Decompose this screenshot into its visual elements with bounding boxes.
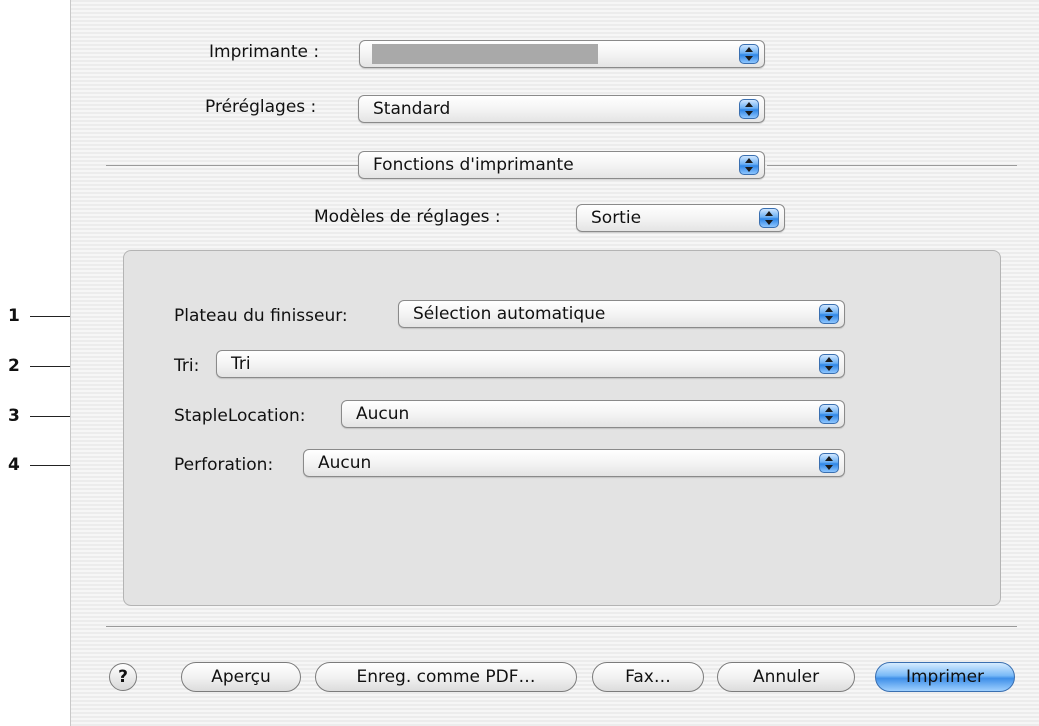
callout-number: 2 [8,356,20,376]
staple-location-value: Aucun [356,404,410,424]
help-button[interactable]: ? [109,663,137,691]
panel-value: Fonctions d'imprimante [373,155,574,175]
save-as-pdf-button[interactable]: Enreg. comme PDF… [315,662,577,692]
callout-number: 4 [8,455,20,475]
sort-value: Tri [231,354,251,374]
separator-right [767,165,1017,166]
perforation-label: Perforation: [174,455,274,475]
panel-popup[interactable]: Fonctions d'imprimante [358,151,765,179]
finisher-tray-popup[interactable]: Sélection automatique [398,300,845,328]
finisher-tray-value: Sélection automatique [413,304,606,324]
bottom-separator [106,626,1017,627]
settings-models-popup[interactable]: Sortie [576,204,785,232]
printer-label: Imprimante : [209,42,320,62]
popup-arrows-icon [819,304,839,324]
popup-arrows-icon [819,404,839,424]
perforation-popup[interactable]: Aucun [303,449,845,477]
popup-arrows-icon [739,44,759,64]
perforation-value: Aucun [318,453,372,473]
printer-popup[interactable] [359,40,765,68]
print-button[interactable]: Imprimer [875,662,1015,692]
sort-label: Tri: [174,356,200,376]
settings-models-value: Sortie [591,208,642,228]
popup-arrows-icon [739,155,759,175]
fax-button[interactable]: Fax… [592,662,704,692]
settings-models-label: Modèles de réglages : [314,207,501,227]
separator-left [106,165,358,166]
finisher-tray-label: Plateau du finisseur: [174,306,348,326]
callout-number: 3 [8,406,20,426]
cancel-button[interactable]: Annuler [717,662,855,692]
popup-arrows-icon [819,354,839,374]
staple-location-popup[interactable]: Aucun [341,400,845,428]
print-dialog: Imprimante : Préréglages : Standard Fonc… [70,0,1039,726]
preview-button[interactable]: Aperçu [181,662,301,692]
presets-label: Préréglages : [205,97,317,117]
popup-arrows-icon [759,208,779,228]
staple-location-label: StapleLocation: [174,406,306,426]
presets-popup[interactable]: Standard [358,95,765,123]
popup-arrows-icon [819,453,839,473]
popup-arrows-icon [739,99,759,119]
sort-popup[interactable]: Tri [216,350,845,378]
presets-value: Standard [373,99,451,119]
printer-name-redacted [372,44,598,64]
callout-number: 1 [8,306,20,326]
